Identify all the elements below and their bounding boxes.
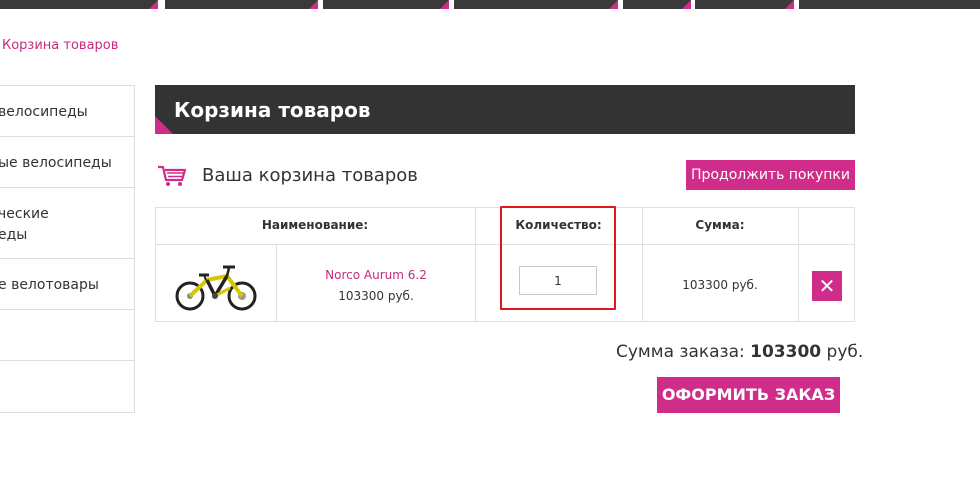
- sidebar-item[interactable]: [0, 361, 134, 411]
- column-header-name: Наименование:: [261, 218, 369, 232]
- sidebar-item[interactable]: ые велосипеды: [0, 137, 134, 188]
- order-total-value: 103300: [750, 342, 822, 362]
- sidebar-item-label: еды: [0, 227, 28, 243]
- breadcrumb: Корзина товаров: [2, 38, 119, 53]
- bicycle-image[interactable]: [175, 262, 259, 312]
- sidebar-menu: велосипеды ые велосипеды ческие еды е ве…: [0, 85, 135, 413]
- cart-heading: Ваша корзина товаров: [202, 165, 418, 186]
- order-total-currency: руб.: [826, 342, 864, 362]
- sidebar-item-label: ческие: [0, 206, 49, 222]
- header-corner-accent: [155, 116, 173, 134]
- remove-item-button[interactable]: ✕: [812, 271, 842, 301]
- sidebar-item[interactable]: е велотовары: [0, 259, 134, 310]
- checkout-button[interactable]: ОФОРМИТЬ ЗАКАЗ: [657, 377, 840, 413]
- quantity-highlight-frame: [500, 206, 616, 310]
- nav-tab[interactable]: [623, 0, 691, 9]
- sidebar-item-label: е велотовары: [0, 277, 99, 293]
- nav-tab[interactable]: [695, 0, 794, 9]
- row-sum: 103300 руб.: [682, 278, 758, 292]
- page-title: Корзина товаров: [174, 98, 371, 122]
- order-total-label: Сумма заказа:: [616, 342, 745, 362]
- nav-tab[interactable]: [165, 0, 318, 9]
- top-navigation: [0, 0, 980, 9]
- sidebar-item-label: ые велосипеды: [0, 155, 112, 171]
- product-name-link[interactable]: Norco Aurum 6.2: [277, 268, 475, 282]
- nav-tab[interactable]: [454, 0, 618, 9]
- cart-icon: [158, 165, 187, 186]
- continue-shopping-button[interactable]: Продолжить покупки: [686, 160, 855, 190]
- sidebar-item[interactable]: [0, 310, 134, 361]
- nav-tab[interactable]: [0, 0, 158, 9]
- order-total: Сумма заказа: 103300 руб.: [616, 342, 863, 362]
- column-header-sum: Сумма:: [695, 218, 745, 232]
- close-icon: ✕: [818, 274, 836, 298]
- product-price: 103300 руб.: [338, 289, 414, 303]
- nav-tab[interactable]: [799, 0, 980, 9]
- sidebar-item-label: велосипеды: [0, 104, 88, 120]
- sidebar-item[interactable]: велосипеды: [0, 86, 134, 137]
- sidebar-item[interactable]: ческие еды: [0, 188, 134, 259]
- page-header: Корзина товаров: [155, 85, 855, 134]
- nav-tab[interactable]: [323, 0, 449, 9]
